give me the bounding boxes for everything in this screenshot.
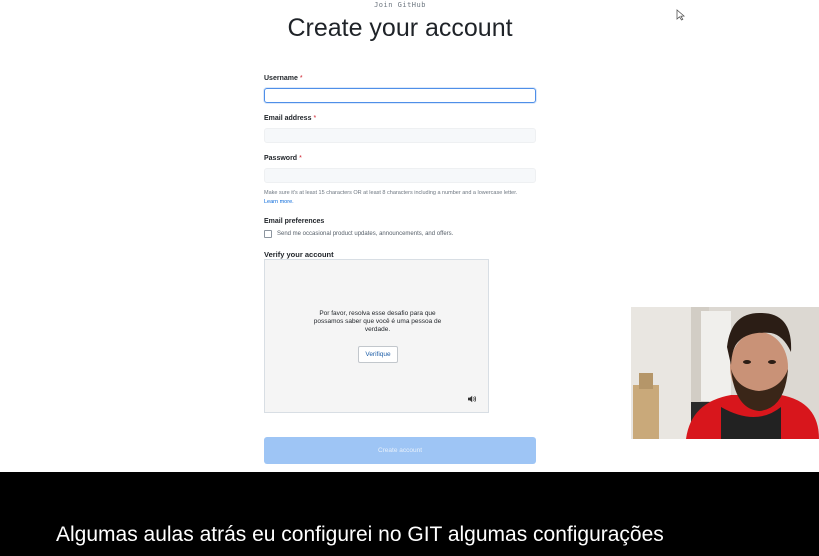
signup-form: Username * Email address * Password * Make … bbox=[264, 74, 536, 259]
required-mark: * bbox=[299, 155, 302, 162]
password-label: Password * bbox=[264, 155, 302, 162]
captcha-frame: Por favor, resolva esse desafio para que… bbox=[264, 259, 489, 413]
email-preferences-row[interactable]: Send me occasional product updates, anno… bbox=[264, 230, 536, 238]
email-input[interactable] bbox=[264, 128, 536, 143]
captcha-verify-button[interactable]: Verifique bbox=[358, 346, 398, 363]
password-hint: Make sure it's at least 15 characters OR… bbox=[264, 189, 536, 207]
username-label: Username * bbox=[264, 75, 303, 82]
mouse-cursor-icon bbox=[676, 9, 686, 21]
email-preferences-checkbox[interactable] bbox=[264, 230, 272, 238]
video-subtitle: Algumas aulas atrás eu configurei no GIT… bbox=[49, 518, 671, 552]
webcam-image bbox=[631, 307, 819, 439]
learn-more-link[interactable]: Learn more. bbox=[264, 198, 536, 207]
create-account-button[interactable]: Create account bbox=[264, 437, 536, 464]
username-input[interactable] bbox=[264, 88, 536, 103]
verify-account-title: Verify your account bbox=[264, 250, 334, 259]
email-preferences-label: Email preferences bbox=[264, 218, 325, 225]
captcha-text: Por favor, resolva esse desafio para que… bbox=[313, 310, 442, 333]
webcam-overlay bbox=[631, 307, 819, 439]
required-mark: * bbox=[313, 115, 317, 122]
password-input[interactable] bbox=[264, 168, 536, 183]
required-mark: * bbox=[299, 75, 303, 82]
email-preferences-text: Send me occasional product updates, anno… bbox=[277, 231, 454, 237]
join-github-label: Join GitHub bbox=[374, 1, 426, 9]
email-label: Email address * bbox=[264, 115, 317, 122]
speaker-icon[interactable] bbox=[467, 395, 477, 403]
